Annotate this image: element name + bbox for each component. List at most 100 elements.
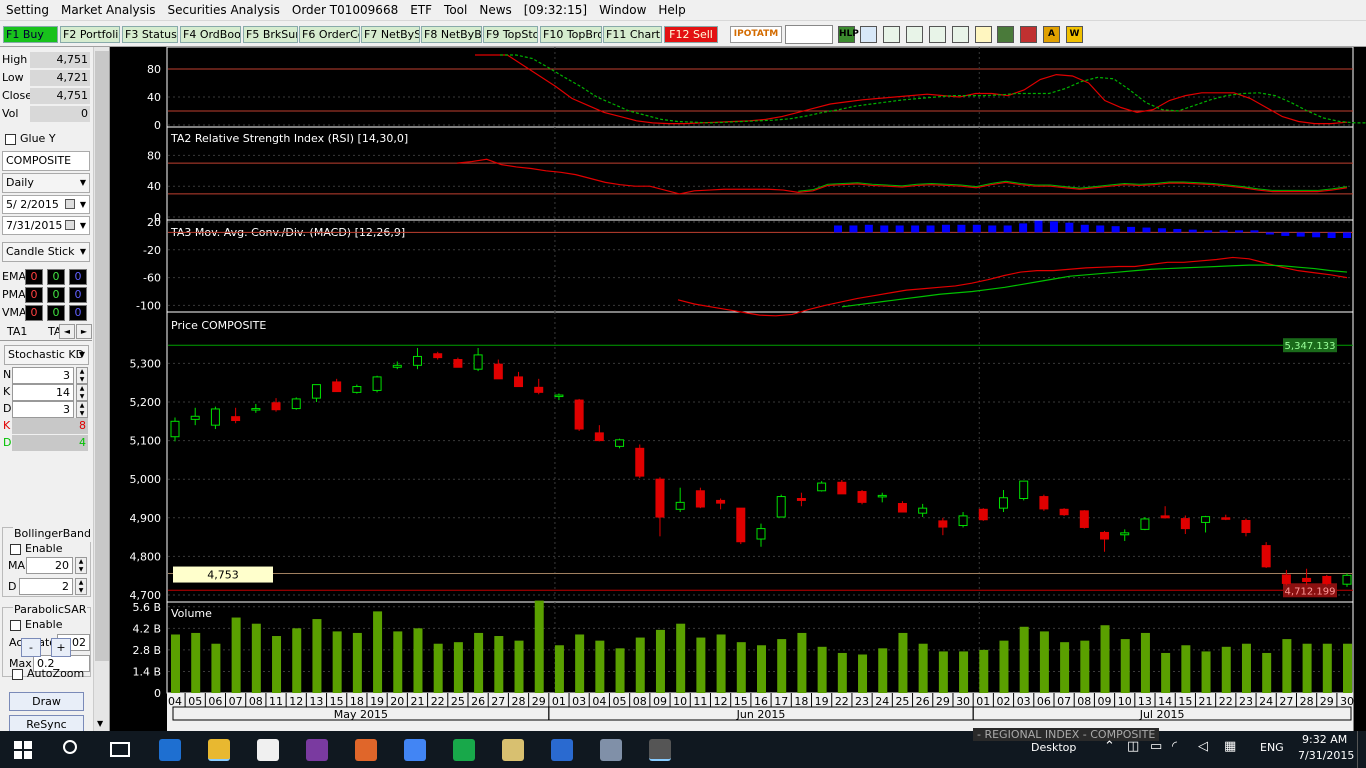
file-explorer-icon[interactable]: [208, 739, 230, 761]
menu-item-4[interactable]: ETF: [404, 0, 438, 20]
screen2-icon[interactable]: [906, 26, 923, 43]
font-w-icon[interactable]: W: [1066, 26, 1083, 43]
chart-app-icon[interactable]: [649, 739, 671, 761]
tab-next-icon[interactable]: ►: [76, 324, 92, 339]
bollinger-d-input[interactable]: 2: [19, 578, 73, 595]
scroll-thumb[interactable]: [95, 51, 109, 661]
fkey-button-12[interactable]: F12 Sell: [664, 26, 718, 43]
screen1-icon[interactable]: [883, 26, 900, 43]
ma-value-box[interactable]: 0: [47, 269, 65, 285]
show-desktop-button[interactable]: [1357, 731, 1366, 768]
battery-icon[interactable]: ▭: [1150, 739, 1162, 754]
glue-y-checkbox[interactable]: Glue Y: [5, 131, 56, 147]
fkey-button-11[interactable]: F11 Chart Stoc: [603, 26, 662, 43]
param-spinner-2[interactable]: ▲ ▼: [76, 401, 88, 418]
task-view-icon[interactable]: [110, 742, 130, 757]
language-indicator[interactable]: ENG: [1260, 741, 1284, 754]
menu-item-1[interactable]: Market Analysis: [55, 0, 162, 20]
menu-item-0[interactable]: Setting: [0, 0, 55, 20]
ma-value-box[interactable]: 0: [69, 269, 87, 285]
start-icon[interactable]: [14, 741, 32, 759]
menu-item-6[interactable]: News: [473, 0, 517, 20]
bollinger-enable-checkbox[interactable]: Enable: [10, 541, 62, 557]
calendar-icon[interactable]: [65, 220, 75, 230]
clipboard-icon[interactable]: [975, 26, 992, 43]
symbol-input[interactable]: COMPOSITE: [2, 151, 90, 171]
store-icon[interactable]: [257, 739, 279, 761]
desktop-label[interactable]: Desktop: [1031, 741, 1076, 754]
ma-value-box[interactable]: 0: [25, 305, 43, 321]
menu-item-5[interactable]: Tool: [438, 0, 473, 20]
bollinger-ma-input[interactable]: 20: [26, 557, 73, 574]
fkey-button-1[interactable]: F1 Buy: [3, 26, 58, 43]
menu-item-7[interactable]: [09:32:15]: [518, 0, 593, 20]
folder-icon[interactable]: [502, 739, 524, 761]
font-a-icon[interactable]: A: [1043, 26, 1060, 43]
flag-icon[interactable]: [1020, 26, 1037, 43]
date-to-picker[interactable]: 7/31/2015 ▼: [2, 216, 90, 235]
param-input-1[interactable]: 14: [12, 384, 74, 401]
param-input-0[interactable]: 3: [12, 367, 74, 384]
fkey-button-3[interactable]: F3 Status: [122, 26, 178, 43]
menu-item-3[interactable]: Order T01009668: [286, 0, 404, 20]
chart-type-select[interactable]: Candle Stick ▼: [2, 242, 90, 262]
ma-value-box[interactable]: 0: [25, 269, 43, 285]
window-icon[interactable]: [600, 739, 622, 761]
tab-ta1[interactable]: TA1: [7, 324, 27, 340]
ma-value-box[interactable]: 0: [47, 287, 65, 303]
ma-value-box[interactable]: 0: [25, 287, 43, 303]
onenote-icon[interactable]: [306, 739, 328, 761]
grid-icon[interactable]: [997, 26, 1014, 43]
chart-svg[interactable]: 80 40 0 TA2 Relative Strength Index (RSI) …: [115, 46, 1366, 731]
firefox-icon[interactable]: [355, 739, 377, 761]
menu-item-2[interactable]: Securities Analysis: [161, 0, 285, 20]
chart-area[interactable]: 80 40 0 TA2 Relative Strength Index (RSI) …: [115, 46, 1366, 731]
period-select[interactable]: Daily ▼: [2, 173, 90, 193]
keyboard-icon[interactable]: ▦: [1224, 739, 1236, 754]
param-input-2[interactable]: 3: [12, 401, 74, 418]
menu-item-9[interactable]: Help: [652, 0, 691, 20]
edge-icon[interactable]: [159, 739, 181, 761]
screen4-icon[interactable]: [952, 26, 969, 43]
fkey-button-8[interactable]: F8 NetByBrk: [421, 26, 482, 43]
clock-date[interactable]: 7/31/2015: [1298, 749, 1354, 762]
chevron-up-icon[interactable]: ⌃: [1104, 739, 1115, 754]
fkey-button-5[interactable]: F5 BrkSum: [243, 26, 298, 43]
chrome-icon[interactable]: [404, 739, 426, 761]
draw-button[interactable]: Draw: [9, 692, 84, 711]
scroll-down-icon[interactable]: ▼: [97, 719, 103, 728]
resync-button[interactable]: ReSync: [9, 715, 84, 731]
fkey-button-4[interactable]: F4 OrdBook: [180, 26, 241, 43]
indicator-select[interactable]: Stochastic KD ▼: [4, 345, 89, 365]
spreadsheet-icon[interactable]: [453, 739, 475, 761]
wifi-icon[interactable]: ◜: [1172, 739, 1177, 754]
param-spinner-0[interactable]: ▲ ▼: [76, 367, 88, 384]
zoom-out-button[interactable]: -: [21, 638, 41, 657]
clock-time[interactable]: 9:32 AM: [1302, 733, 1347, 746]
ma-value-box[interactable]: 0: [47, 305, 65, 321]
globe-icon[interactable]: [860, 26, 877, 43]
fkey-button-10[interactable]: F10 TopBroker: [540, 26, 602, 43]
psar-enable-checkbox[interactable]: Enable: [10, 617, 62, 633]
ipotatm-button[interactable]: IPOTATM: [730, 26, 782, 43]
menu-item-8[interactable]: Window: [593, 0, 652, 20]
fkey-button-7[interactable]: F7 NetByStk: [361, 26, 420, 43]
help-icon[interactable]: HLP: [838, 26, 859, 43]
calendar-icon[interactable]: [65, 199, 75, 209]
zoom-in-button[interactable]: +: [51, 638, 71, 657]
screen3-icon[interactable]: [929, 26, 946, 43]
ma-value-box[interactable]: 0: [69, 305, 87, 321]
ma-value-box[interactable]: 0: [69, 287, 87, 303]
left-scrollbar[interactable]: ▼: [93, 47, 109, 731]
tab-prev-icon[interactable]: ◄: [59, 324, 75, 339]
search-icon[interactable]: [63, 740, 77, 754]
volume-icon[interactable]: ◁: [1198, 739, 1208, 754]
date-from-picker[interactable]: 5/ 2/2015 ▼: [2, 195, 90, 214]
app-icon[interactable]: [551, 739, 573, 761]
network-icon[interactable]: ◫: [1127, 739, 1139, 754]
fkey-button-6[interactable]: F6 OrderCentr: [299, 26, 360, 43]
bollinger-ma-spinner[interactable]: ▲ ▼: [75, 557, 87, 574]
quick-input[interactable]: [785, 25, 833, 44]
fkey-button-2[interactable]: F2 Portfolio: [60, 26, 120, 43]
autozoom-checkbox[interactable]: AutoZoom: [12, 666, 84, 682]
